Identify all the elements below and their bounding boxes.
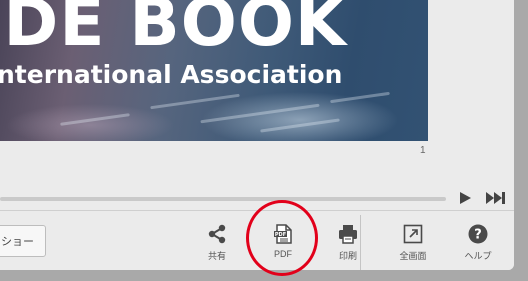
play-icon xyxy=(460,192,471,204)
share-icon xyxy=(208,224,226,244)
pdf-label: PDF xyxy=(274,249,292,259)
bottom-toolbar: ショー 共有 PDF PDF 印刷 全画面 ? ヘルプ xyxy=(0,210,514,270)
pdf-icon: PDF xyxy=(274,224,292,244)
print-label: 印刷 xyxy=(338,251,357,261)
svg-text:?: ? xyxy=(474,228,482,243)
share-label: 共有 xyxy=(207,251,226,261)
page-number: 1 xyxy=(420,145,426,156)
book-viewer: IDE BOOK nternational Association 1 ショー xyxy=(0,0,514,270)
print-button[interactable]: 印刷 xyxy=(328,223,368,267)
cover-image: IDE BOOK nternational Association xyxy=(0,0,428,141)
play-button[interactable] xyxy=(458,190,472,204)
help-button[interactable]: ? ヘルプ xyxy=(458,223,498,267)
printer-icon xyxy=(339,225,357,244)
cover-title: IDE BOOK xyxy=(0,0,348,61)
toolbar-divider xyxy=(360,215,361,270)
pdf-button[interactable]: PDF PDF xyxy=(263,223,303,267)
page-slider[interactable] xyxy=(0,197,446,201)
fullscreen-button[interactable]: 全画面 xyxy=(393,223,433,267)
svg-text:PDF: PDF xyxy=(275,232,286,238)
fullscreen-icon xyxy=(403,224,423,244)
slideshow-button[interactable]: ショー xyxy=(0,225,46,257)
skip-to-end-icon xyxy=(486,192,505,204)
share-button[interactable]: 共有 xyxy=(197,223,237,267)
fullscreen-label: 全画面 xyxy=(399,251,427,261)
help-icon: ? xyxy=(468,224,488,244)
last-page-button[interactable] xyxy=(485,190,507,204)
help-label: ヘルプ xyxy=(464,251,492,261)
cover-subtitle: nternational Association xyxy=(0,60,343,89)
